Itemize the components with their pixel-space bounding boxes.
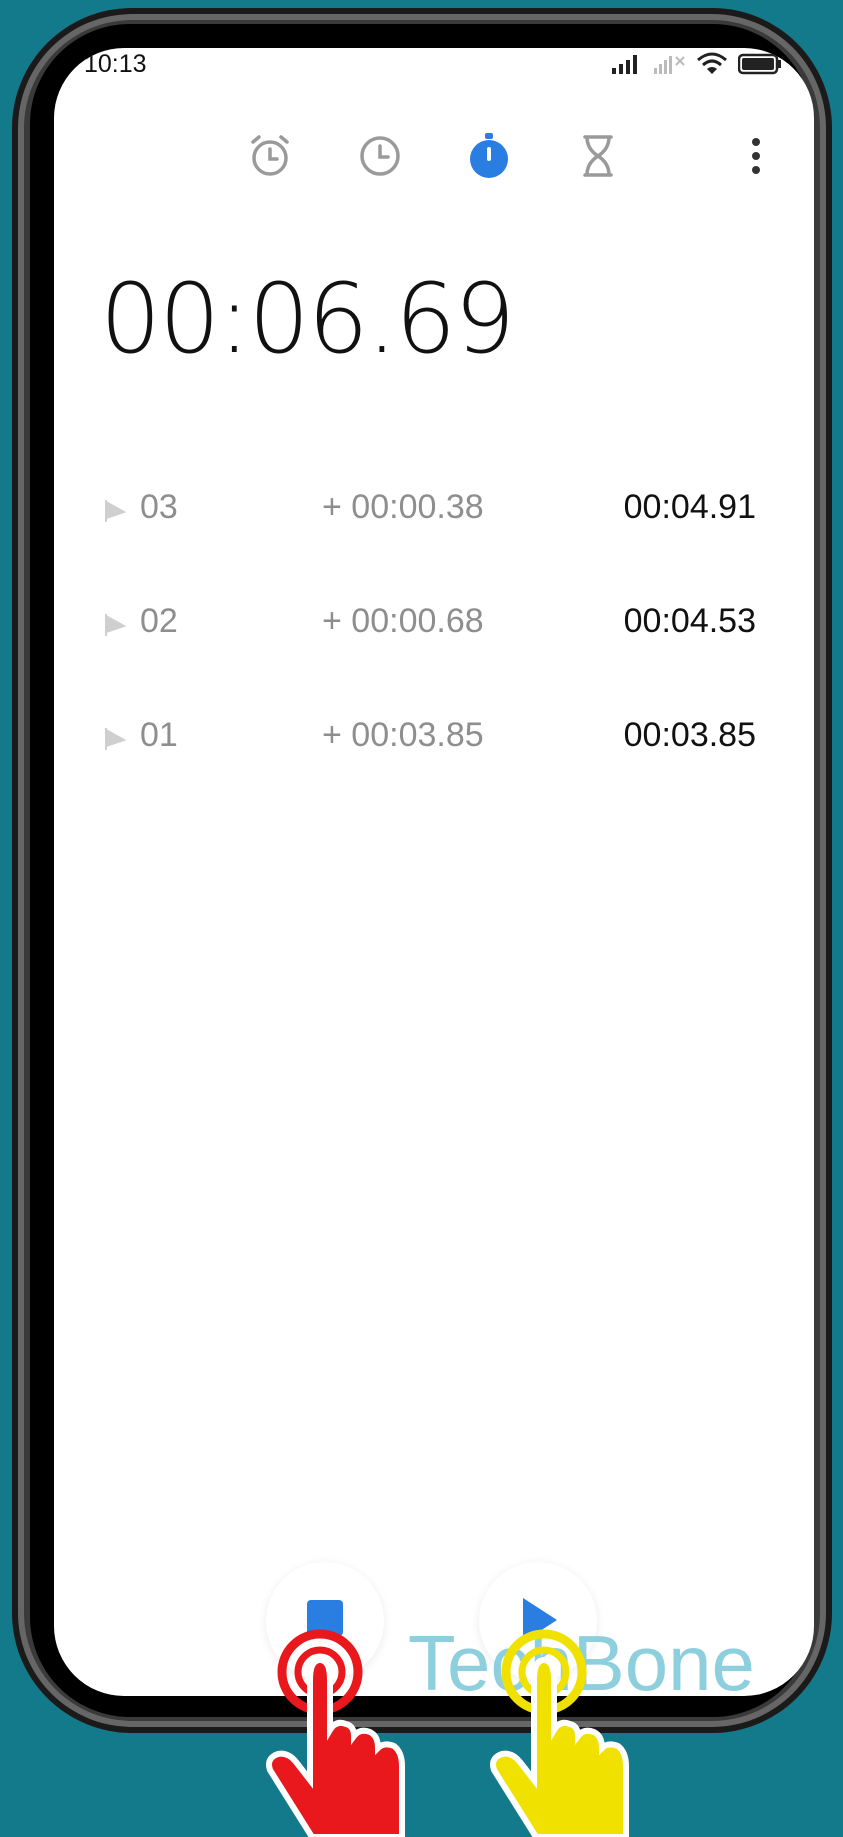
tap-indicator-right-hand-icon: [490, 1629, 629, 1837]
lap-total: 00:04.53: [623, 602, 756, 640]
status-time: 10:13: [84, 50, 147, 78]
flag-icon: [105, 500, 126, 522]
tab-bar: [54, 126, 814, 196]
lap-total: 00:03.85: [623, 716, 756, 754]
lap-list: 03 + 00:00.38 00:04.91 02 + 00:00.68 00:…: [54, 488, 814, 830]
status-icons: [610, 52, 782, 76]
hourglass-icon: [583, 135, 613, 177]
lap-diff: + 00:00.68: [322, 602, 484, 640]
alarm-icon: [251, 135, 289, 176]
lap-number: 01: [140, 716, 178, 754]
tab-clock[interactable]: [350, 126, 410, 186]
no-signal-icon: [654, 56, 685, 74]
screen: 10:13 00:06.69 03 + 00:00.38 00:04.91 02…: [54, 48, 814, 1696]
elapsed-time: 00:06.69: [100, 263, 515, 375]
tap-indicator-left-hand-icon: [266, 1629, 405, 1837]
tab-stopwatch[interactable]: [459, 126, 519, 186]
tab-alarm[interactable]: [240, 126, 300, 186]
stopwatch-icon: [470, 133, 508, 178]
lap-number: 02: [140, 602, 178, 640]
lap-number: 03: [140, 488, 178, 526]
more-vert-icon: [752, 138, 760, 174]
flag-icon: [105, 614, 126, 636]
lap-total: 00:04.91: [623, 488, 756, 526]
lap-row: 01 + 00:03.85 00:03.85: [54, 716, 814, 830]
lap-row: 03 + 00:00.38 00:04.91: [54, 488, 814, 602]
lap-diff: + 00:00.38: [322, 488, 484, 526]
flag-icon: [105, 728, 126, 750]
signal-icon: [612, 55, 637, 74]
wifi-icon: [697, 52, 727, 74]
lap-diff: + 00:03.85: [322, 716, 484, 754]
more-options-button[interactable]: [736, 126, 776, 186]
clock-icon: [360, 136, 400, 176]
battery-icon: [738, 53, 781, 75]
status-bar: 10:13: [54, 48, 814, 88]
tab-timer[interactable]: [568, 126, 628, 186]
lap-row: 02 + 00:00.68 00:04.53: [54, 602, 814, 716]
